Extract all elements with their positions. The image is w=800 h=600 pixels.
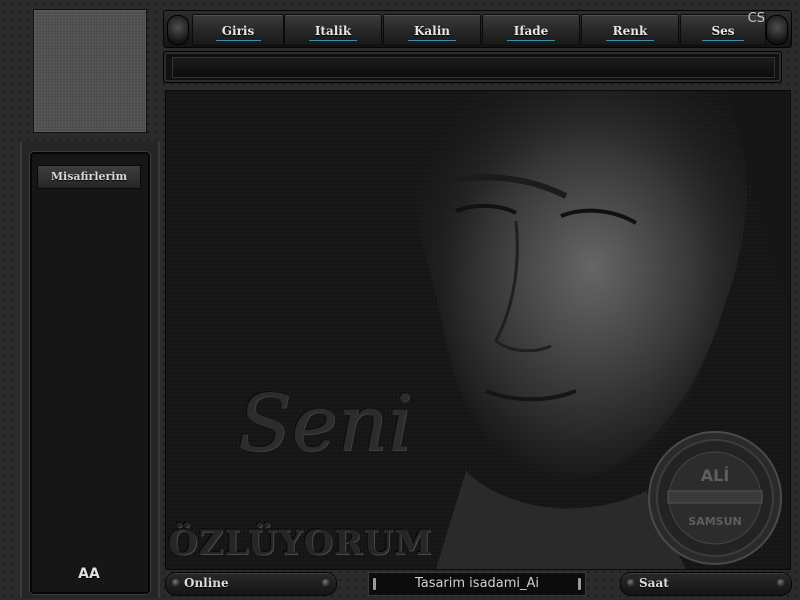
bar-tick-icon: [373, 578, 376, 590]
bar-tick-icon: [578, 578, 581, 590]
nav-label: Kalin: [413, 24, 451, 38]
guestbook-panel: [30, 152, 150, 594]
screw-icon: [322, 579, 330, 587]
clock-bar: Saat: [620, 572, 792, 596]
nav-label: Ses: [711, 24, 735, 38]
knob-left-icon: [167, 15, 189, 45]
credit-text: Tasarim isadami_Ai: [414, 576, 540, 591]
marquee-track: [172, 57, 775, 78]
seal-top-text: ALİ: [701, 466, 730, 485]
artwork-caption: ÖZLÜYORUM: [168, 523, 433, 563]
nav-label: Italik: [314, 24, 352, 38]
nav-underline: [408, 40, 456, 41]
screw-icon: [627, 579, 635, 587]
marquee-bar: [163, 51, 782, 83]
knob-right-icon: [766, 15, 788, 45]
credit-bar: Tasarim isadami_Ai: [368, 572, 586, 596]
clock-label: Saat: [639, 576, 669, 590]
avatar-frame: [33, 9, 147, 133]
script-text: Seni: [238, 379, 413, 469]
nav-item-renk[interactable]: Renk: [581, 14, 679, 46]
screw-icon: [172, 579, 180, 587]
nav-item-ifade[interactable]: Ifade: [482, 14, 580, 46]
nav-underline: [606, 40, 654, 41]
nav-underline: [507, 40, 555, 41]
online-bar: Online: [165, 572, 337, 596]
nav-label: Giris: [221, 24, 255, 38]
site-logo-icon: AA: [78, 566, 100, 582]
top-nav-bar: Giris Italik Kalin Ifade Renk Ses CS: [163, 10, 792, 48]
main-artwork: Seni ÖZLÜYORUM ALİ SAMSUN: [165, 90, 791, 570]
screw-icon: [777, 579, 785, 587]
seal-bottom-text: SAMSUN: [688, 515, 741, 528]
nav-item-italik[interactable]: Italik: [284, 14, 382, 46]
nav-underline: [309, 40, 357, 41]
nav-item-kalin[interactable]: Kalin: [383, 14, 481, 46]
nav-underline: [702, 40, 744, 41]
nav-label: Renk: [612, 24, 648, 38]
seal-icon: ALİ SAMSUN: [648, 431, 782, 565]
online-label: Online: [184, 576, 229, 590]
nav-item-giris[interactable]: Giris: [192, 14, 284, 46]
guestbook-title[interactable]: Misafirlerim: [37, 165, 141, 189]
corner-mark: CS: [747, 11, 765, 26]
nav-underline: [215, 40, 261, 41]
nav-label: Ifade: [513, 24, 549, 38]
